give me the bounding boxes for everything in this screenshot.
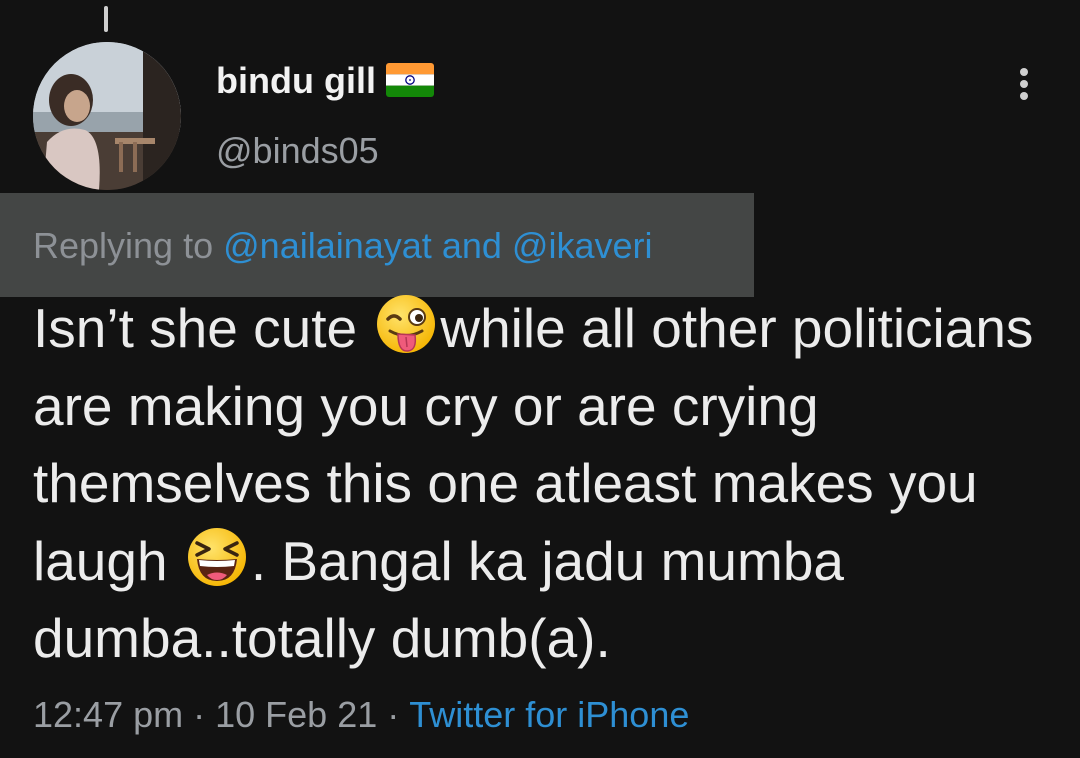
user-handle[interactable]: @binds05	[216, 130, 379, 172]
tweet-text-part-1: Isn’t she cute	[33, 297, 373, 359]
tweet-text: Isn’t she cute while all other politicia…	[33, 290, 1053, 678]
display-name[interactable]: bindu gill	[216, 60, 434, 102]
meta-separator: ·	[193, 694, 206, 735]
more-options-button[interactable]	[1006, 62, 1042, 106]
meta-separator: ·	[387, 694, 400, 735]
more-vertical-icon-dot	[1020, 80, 1028, 88]
tweet-meta: 12:47 pm · 10 Feb 21 · Twitter for iPhone	[33, 694, 689, 736]
mention-link-ikaveri[interactable]: @ikaveri	[512, 225, 653, 266]
tweet-date[interactable]: 10 Feb 21	[215, 694, 377, 735]
avatar[interactable]	[33, 42, 181, 190]
winking-face-with-tongue-emoji	[374, 292, 438, 356]
grinning-squinting-face-emoji	[185, 525, 249, 589]
replying-to-label: Replying to	[33, 225, 214, 266]
avatar-photo	[33, 42, 181, 190]
display-name-text: bindu gill	[216, 60, 376, 101]
tweet-source-link[interactable]: Twitter for iPhone	[409, 694, 689, 735]
tweet-time[interactable]: 12:47 pm	[33, 694, 183, 735]
mention-link-nailainayat[interactable]: @nailainayat	[223, 225, 432, 266]
more-vertical-icon-dot	[1020, 92, 1028, 100]
thread-connector-line	[104, 6, 108, 32]
more-vertical-icon	[1020, 68, 1028, 76]
india-flag-icon	[385, 63, 434, 98]
replying-to-line: Replying to @nailainayat and @ikaveri	[33, 225, 652, 267]
reply-conjunction[interactable]: and	[442, 225, 502, 266]
